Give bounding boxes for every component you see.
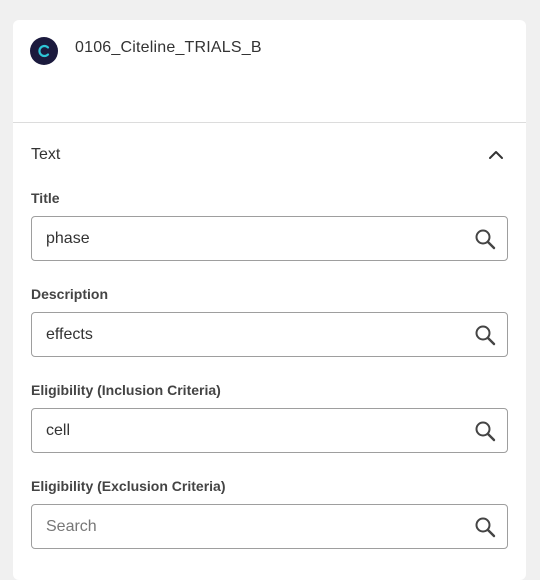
text-section: Text Title Description (13, 123, 526, 549)
inclusion-criteria-label: Eligibility (Inclusion Criteria) (31, 382, 221, 398)
title-search-box (31, 216, 508, 261)
search-icon[interactable] (473, 515, 497, 539)
exclusion-criteria-search-box (31, 504, 508, 549)
title-label: Title (31, 190, 60, 206)
section-title: Text (31, 146, 61, 163)
search-icon[interactable] (473, 323, 497, 347)
inclusion-criteria-search-box (31, 408, 508, 453)
search-icon[interactable] (473, 419, 497, 443)
exclusion-criteria-label: Eligibility (Exclusion Criteria) (31, 478, 226, 494)
exclusion-criteria-search-input[interactable] (32, 505, 507, 548)
title-search-input[interactable] (32, 217, 507, 260)
inclusion-criteria-search-input[interactable] (32, 409, 507, 452)
text-section-header[interactable]: Text (31, 123, 508, 187)
panel-header: 0106_Citeline_TRIALS_B (13, 20, 526, 123)
chevron-up-icon[interactable] (484, 143, 508, 167)
description-label: Description (31, 286, 109, 302)
description-search-box (31, 312, 508, 357)
description-search-input[interactable] (32, 313, 507, 356)
exclusion-criteria-field: Eligibility (Exclusion Criteria) (31, 475, 508, 549)
inclusion-criteria-field: Eligibility (Inclusion Criteria) (31, 379, 508, 453)
description-field: Description (31, 283, 508, 357)
citeline-logo-icon (30, 37, 58, 65)
search-icon[interactable] (473, 227, 497, 251)
title-field: Title (31, 187, 508, 261)
dataset-title: 0106_Citeline_TRIALS_B (75, 39, 262, 56)
filter-panel: 0106_Citeline_TRIALS_B Text Title phase … (13, 20, 526, 580)
